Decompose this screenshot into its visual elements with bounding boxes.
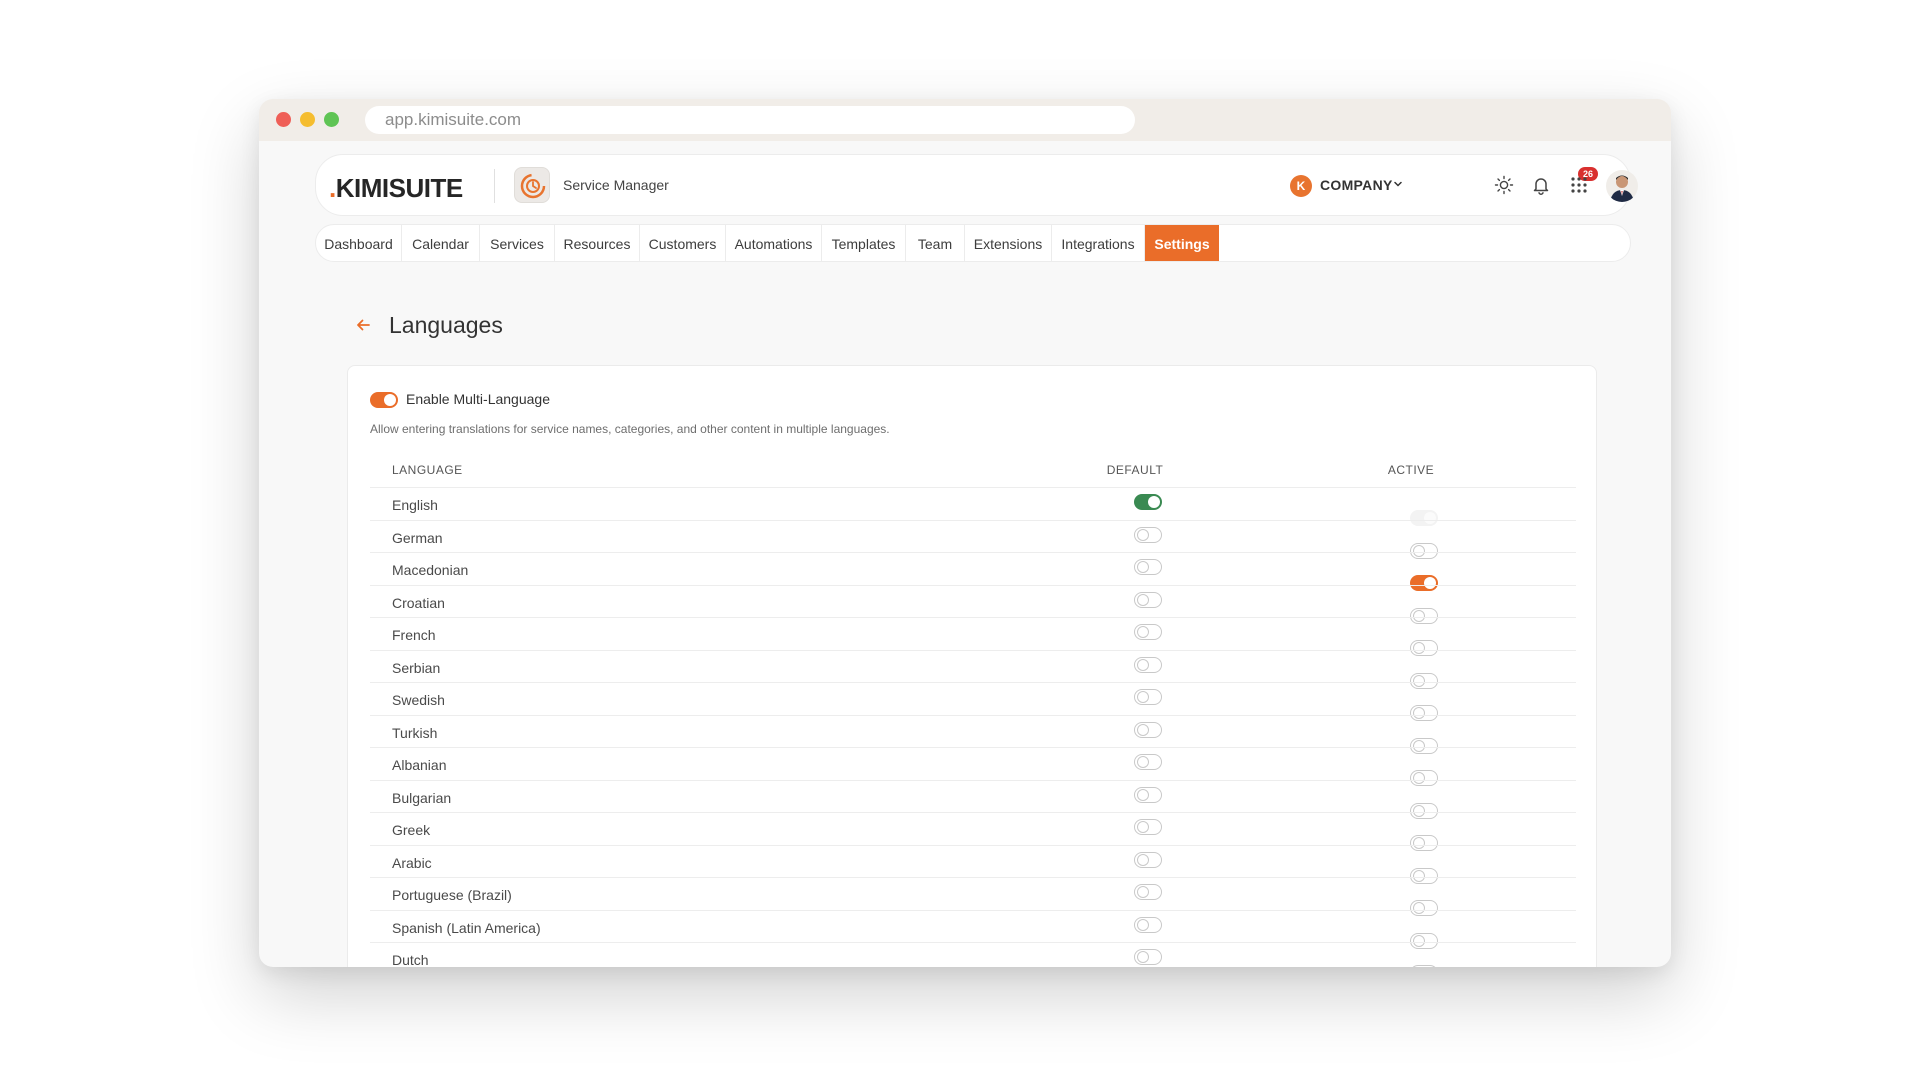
default-toggle[interactable] xyxy=(1134,591,1162,608)
page-title: Languages xyxy=(389,312,503,338)
language-name: Arabic xyxy=(392,854,432,871)
table-row: Serbian xyxy=(370,649,1576,689)
default-toggle[interactable] xyxy=(1134,624,1162,640)
back-arrow-icon[interactable] xyxy=(355,317,371,333)
language-name: Portuguese (Brazil) xyxy=(392,887,512,903)
column-header-active: ACTIVE xyxy=(1387,463,1435,477)
language-name: Dutch xyxy=(392,952,429,967)
language-name: Serbian xyxy=(392,659,441,676)
table-row: Turkish xyxy=(370,714,1576,754)
main-nav: Dashboard Calendar Services Resources Cu… xyxy=(315,224,1631,262)
tab-team[interactable]: Team xyxy=(906,225,965,261)
tab-integrations[interactable]: Integrations xyxy=(1052,225,1145,261)
table-row: Spanish (Latin America) xyxy=(370,909,1576,949)
apps-grid-icon[interactable] xyxy=(1569,175,1589,195)
language-name: German xyxy=(392,529,443,546)
default-toggle[interactable] xyxy=(1134,819,1162,835)
enable-multi-language-label: Enable Multi-Language xyxy=(406,391,550,407)
default-toggle[interactable] xyxy=(1134,851,1162,868)
table-row: Dutch xyxy=(370,942,1576,967)
table-row: English xyxy=(370,487,1576,526)
maximize-window-button[interactable] xyxy=(324,112,339,127)
languages-card: Enable Multi-Language Allow entering tra… xyxy=(347,365,1597,967)
tab-settings[interactable]: Settings xyxy=(1145,225,1219,261)
default-toggle[interactable] xyxy=(1134,526,1162,543)
default-toggle[interactable] xyxy=(1134,754,1162,770)
default-toggle[interactable] xyxy=(1134,884,1162,900)
default-toggle[interactable] xyxy=(1134,494,1162,510)
tab-calendar[interactable]: Calendar xyxy=(402,225,480,261)
language-name: Croatian xyxy=(392,594,445,611)
table-row: German xyxy=(370,519,1576,559)
table-row: French xyxy=(370,617,1576,656)
table-row: Croatian xyxy=(370,584,1576,624)
column-header-default: DEFAULT xyxy=(1106,463,1164,477)
tab-automations[interactable]: Automations xyxy=(726,225,822,261)
address-bar[interactable]: app.kimisuite.com xyxy=(365,106,1135,134)
default-toggle[interactable] xyxy=(1134,689,1162,705)
minimize-window-button[interactable] xyxy=(300,112,315,127)
language-name: English xyxy=(392,497,438,513)
user-avatar[interactable] xyxy=(1606,170,1638,202)
table-row: Arabic xyxy=(370,844,1576,884)
default-toggle[interactable] xyxy=(1134,916,1162,933)
table-row: Macedonian xyxy=(370,552,1576,591)
language-name: Turkish xyxy=(392,724,438,741)
app-name: Service Manager xyxy=(563,177,669,193)
tab-dashboard[interactable]: Dashboard xyxy=(316,225,402,261)
table-row: Greek xyxy=(370,812,1576,851)
column-header-language: LANGUAGE xyxy=(392,463,463,477)
logo-dot: . xyxy=(329,173,336,203)
chevron-down-icon[interactable] xyxy=(1393,179,1403,189)
language-name: Bulgarian xyxy=(392,789,452,806)
browser-titlebar: app.kimisuite.com xyxy=(259,99,1671,141)
company-avatar[interactable]: K xyxy=(1290,175,1312,197)
tab-customers[interactable]: Customers xyxy=(640,225,726,261)
close-window-button[interactable] xyxy=(276,112,291,127)
language-name: French xyxy=(392,627,436,643)
table-row: Bulgarian xyxy=(370,779,1576,819)
language-name: Macedonian xyxy=(392,562,469,578)
company-switcher[interactable]: COMPANY xyxy=(1320,177,1393,193)
logo-text: KIMISUITE xyxy=(335,173,463,203)
app-header: .KIMISUITE Service Manager K COMPANY 26 xyxy=(315,154,1638,216)
enable-multi-language-description: Allow entering translations for service … xyxy=(370,422,890,436)
tab-services[interactable]: Services xyxy=(480,225,555,261)
table-row: Albanian xyxy=(370,747,1576,786)
tab-resources[interactable]: Resources xyxy=(555,225,640,261)
language-name: Swedish xyxy=(392,692,445,708)
languages-table: English German Macedonian Croatian French Ser… xyxy=(370,487,1576,967)
default-toggle[interactable] xyxy=(1134,786,1162,803)
bell-icon[interactable] xyxy=(1531,175,1551,195)
active-toggle[interactable] xyxy=(1410,965,1438,967)
table-row: Portuguese (Brazil) xyxy=(370,877,1576,916)
header-divider xyxy=(494,169,495,203)
browser-window: app.kimisuite.com .KIMISUITE Service Man… xyxy=(259,99,1671,967)
tab-templates[interactable]: Templates xyxy=(822,225,906,261)
default-toggle[interactable] xyxy=(1134,656,1162,673)
default-toggle[interactable] xyxy=(1134,949,1162,965)
sun-icon[interactable] xyxy=(1494,175,1514,195)
enable-multi-language-toggle[interactable] xyxy=(370,392,398,408)
default-toggle[interactable] xyxy=(1134,721,1162,738)
language-name: Albanian xyxy=(392,757,447,773)
kimisuite-logo[interactable]: .KIMISUITE xyxy=(329,173,463,204)
tab-extensions[interactable]: Extensions xyxy=(965,225,1052,261)
table-row: Swedish xyxy=(370,682,1576,721)
service-manager-icon[interactable] xyxy=(514,167,550,203)
default-toggle[interactable] xyxy=(1134,559,1162,575)
language-name: Spanish (Latin America) xyxy=(392,919,541,936)
language-name: Greek xyxy=(392,822,431,838)
